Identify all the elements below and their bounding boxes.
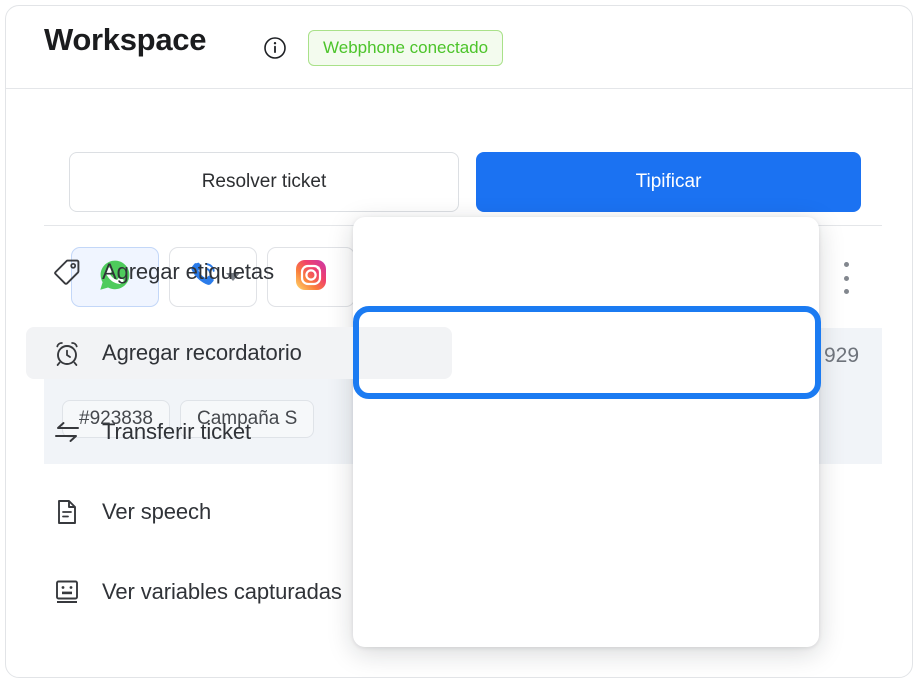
menu-item-label: Transferir ticket <box>102 419 252 444</box>
kebab-dot <box>843 289 849 294</box>
menu-item-label: Ver variables capturadas <box>102 579 342 604</box>
status-badge-label: Webphone conectado <box>323 38 489 57</box>
face-square-icon <box>52 578 82 606</box>
workspace-header: Workspace Webphone conectado <box>6 6 912 89</box>
menu-item-agregar-recordatorio[interactable]: Agregar recordatorio <box>26 327 452 379</box>
menu-item-label: Ver speech <box>102 499 212 524</box>
contact-phone-tail: 929 <box>824 344 860 367</box>
resolve-ticket-button[interactable]: Resolver ticket <box>69 152 459 212</box>
kebab-menu-icon[interactable] <box>836 258 856 298</box>
resolve-ticket-label: Resolver ticket <box>201 171 327 192</box>
menu-item-ver-speech[interactable]: Ver speech <box>26 486 452 538</box>
info-circle-icon[interactable] <box>264 37 286 59</box>
menu-item-agregar-etiquetas[interactable]: Agregar etiquetas <box>26 246 452 298</box>
screenshot-root: Workspace Webphone conectado Resolver ti… <box>0 0 920 690</box>
kebab-dot <box>843 275 849 281</box>
menu-item-label: Agregar etiquetas <box>102 259 274 284</box>
tipificar-button[interactable]: Tipificar <box>476 152 861 212</box>
transfer-arrows-icon <box>52 418 82 446</box>
workspace-card: Workspace Webphone conectado Resolver ti… <box>5 5 913 678</box>
kebab-dot <box>843 262 849 267</box>
menu-item-label: Agregar recordatorio <box>102 340 302 365</box>
tag-icon <box>52 258 82 286</box>
page-title: Workspace <box>44 22 207 57</box>
menu-item-ver-variables-capturadas[interactable]: Ver variables capturadas <box>26 566 452 618</box>
document-icon <box>52 498 82 526</box>
tipificar-label: Tipificar <box>635 171 702 192</box>
menu-item-transferir-ticket[interactable]: Transferir ticket <box>26 406 452 458</box>
alarm-clock-icon <box>52 339 82 367</box>
status-badge: Webphone conectado <box>308 30 504 66</box>
